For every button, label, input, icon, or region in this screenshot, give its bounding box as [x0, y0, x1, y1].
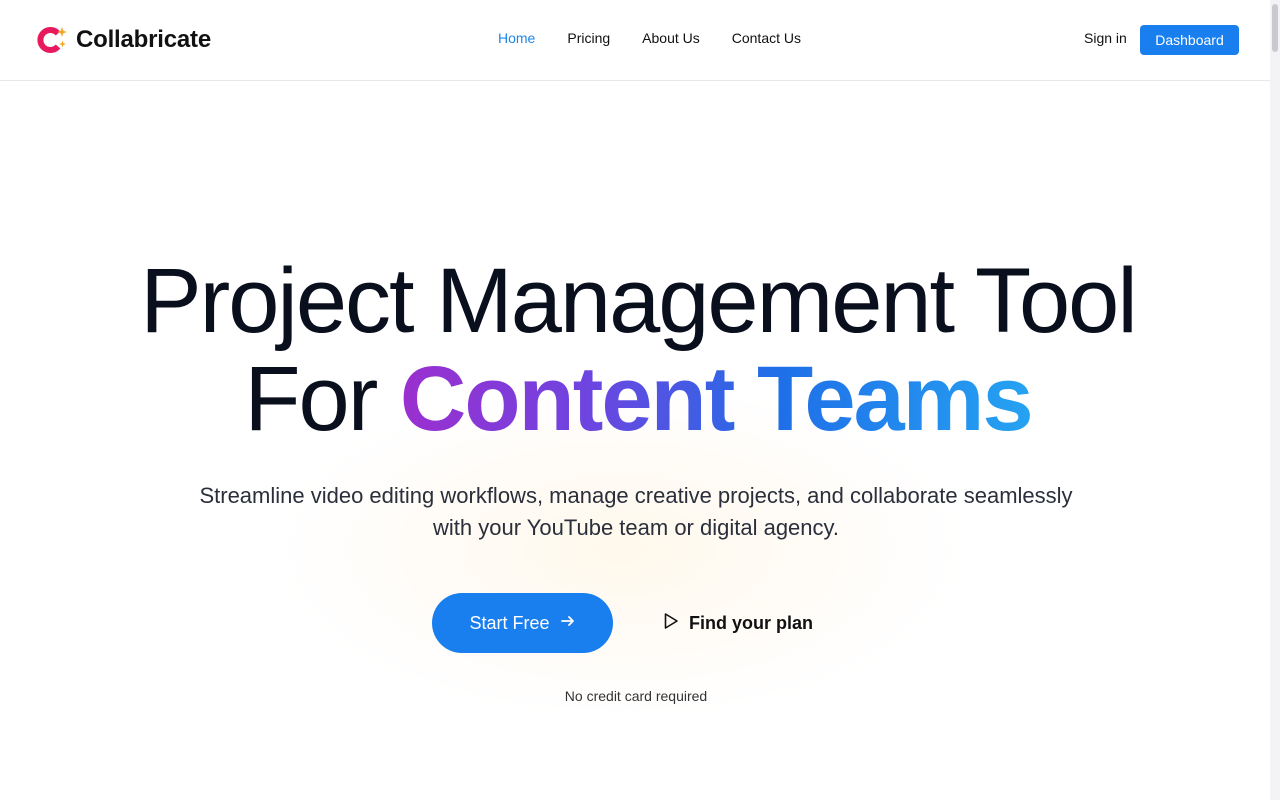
- nav-item-about-us[interactable]: About Us: [642, 30, 700, 50]
- hero-headline: Project Management Tool For Content Team…: [0, 252, 1276, 448]
- brand-name: Collabricate: [76, 26, 211, 53]
- arrow-right-icon: [560, 613, 576, 634]
- dashboard-button[interactable]: Dashboard: [1140, 25, 1239, 55]
- nav-item-home[interactable]: Home: [498, 30, 535, 50]
- start-free-label: Start Free: [469, 612, 550, 633]
- main-nav: Home Pricing About Us Contact Us: [498, 30, 801, 50]
- start-free-button[interactable]: Start Free: [432, 593, 613, 653]
- find-your-plan-label: Find your plan: [689, 612, 813, 633]
- hero-subtext: Streamline video editing workflows, mana…: [199, 483, 1073, 540]
- scrollbar-thumb[interactable]: [1272, 4, 1278, 52]
- nav-item-pricing[interactable]: Pricing: [567, 30, 610, 50]
- site-header: Collabricate Home Pricing About Us Conta…: [0, 0, 1270, 81]
- nav-item-contact-us[interactable]: Contact Us: [732, 30, 801, 50]
- page-scrollbar[interactable]: [1270, 0, 1280, 800]
- play-icon: [663, 612, 679, 635]
- no-credit-card-note: No credit card required: [564, 688, 708, 704]
- find-your-plan-link[interactable]: Find your plan: [663, 612, 813, 635]
- logo-icon: [36, 24, 68, 56]
- headline-highlight: Content Teams: [399, 348, 1034, 450]
- landing-page: Collabricate Home Pricing About Us Conta…: [0, 0, 1280, 800]
- headline-line-1: Project Management Tool: [140, 250, 1138, 352]
- brand-logo[interactable]: Collabricate: [36, 22, 211, 58]
- sign-in-link[interactable]: Sign in: [1084, 30, 1127, 46]
- headline-for-word: For: [244, 348, 378, 450]
- hero-cta-row: Start Free Find your plan: [432, 593, 813, 653]
